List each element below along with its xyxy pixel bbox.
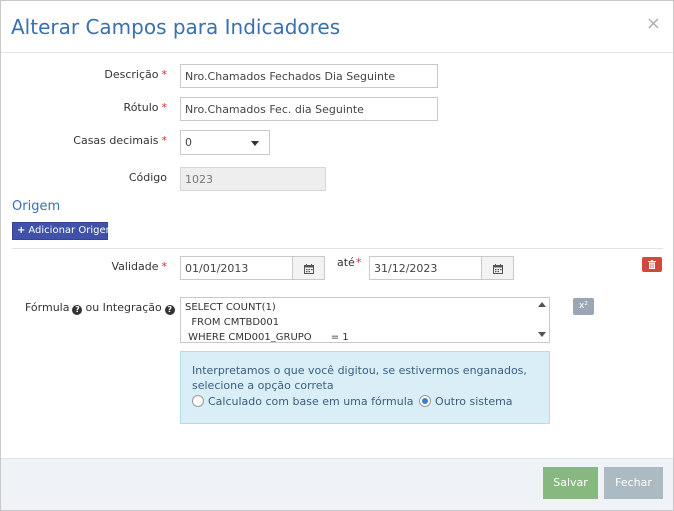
chevron-down-icon [251, 141, 259, 146]
option-formula-label: Calculado com base em uma fórmula [208, 395, 414, 408]
trash-icon [648, 260, 656, 269]
divider [12, 248, 663, 249]
calendar-button[interactable] [292, 257, 324, 279]
validade-start-value: 01/01/2013 [185, 262, 249, 275]
calendar-icon [493, 264, 503, 274]
option-outro-sistema[interactable]: Outro sistema [419, 395, 513, 408]
formula-line: FROM CMTBD001 [185, 317, 280, 328]
question-circle-icon[interactable]: ? [164, 305, 175, 315]
calendar-button[interactable] [481, 257, 513, 279]
question-circle-icon[interactable]: ? [72, 305, 83, 315]
add-origem-button[interactable]: + Adicionar Origem [12, 222, 115, 240]
close-button[interactable]: Fechar [604, 467, 663, 499]
required-marker: * [161, 101, 168, 114]
formula-label: Fórmula? ou Integração? [25, 301, 178, 315]
option-formula[interactable]: Calculado com base em uma fórmula [192, 395, 414, 408]
codigo-input: 1023 [180, 167, 326, 191]
validade-label-text: Validade [111, 260, 159, 273]
radio-unchecked-icon[interactable] [192, 395, 204, 407]
superscript-button[interactable]: x² [573, 298, 594, 315]
formula-line: SELECT COUNT(1) [185, 302, 276, 313]
descricao-input[interactable]: Nro.Chamados Fechados Dia Seguinte [180, 64, 438, 88]
casas-decimais-value: 0 [185, 136, 192, 149]
modal-title: Alterar Campos para Indicadores [11, 15, 341, 39]
modal-header: Alterar Campos para Indicadores × [1, 1, 673, 53]
required-marker: * [161, 68, 168, 81]
origem-section-title: Origem [12, 199, 61, 214]
formula-line: WHERE CMD001_GRUPO = 1 [185, 332, 349, 343]
edit-indicator-fields-modal: Alterar Campos para Indicadores × Descri… [0, 0, 674, 511]
delete-validade-button[interactable] [642, 257, 662, 272]
ate-label-text: até [337, 256, 355, 269]
formula-textarea[interactable]: SELECT COUNT(1) FROM CMTBD001 WHERE CMD0… [180, 297, 550, 343]
casas-decimais-select[interactable]: 0 [180, 130, 270, 155]
descricao-label-text: Descrição [104, 68, 159, 81]
casas-decimais-label-text: Casas decimais [73, 134, 159, 147]
save-button[interactable]: Salvar [543, 467, 598, 499]
radio-checked-icon[interactable] [419, 395, 432, 407]
option-outro-label: Outro sistema [435, 395, 513, 408]
close-icon[interactable]: × [646, 13, 661, 34]
ate-label: até* [337, 256, 361, 269]
scroll-down-icon[interactable] [538, 332, 546, 337]
validade-end-value: 31/12/2023 [374, 262, 438, 275]
interpretation-alert: Interpretamos o que você digitou, se est… [180, 351, 550, 424]
rotulo-label: Rótulo * [124, 101, 167, 114]
validade-start-input[interactable]: 01/01/2013 [180, 256, 325, 280]
add-origem-label: Adicionar Origem [28, 225, 116, 236]
calendar-icon [304, 264, 314, 274]
integracao-label-text: ou Integração [85, 301, 162, 314]
rotulo-label-text: Rótulo [123, 101, 159, 114]
interpretation-message: Interpretamos o que você digitou, se est… [192, 364, 527, 392]
formula-label-text: Fórmula [25, 301, 70, 314]
codigo-label: Código [128, 171, 167, 184]
descricao-label: Descrição * [104, 68, 167, 81]
required-marker: * [355, 256, 362, 269]
casas-decimais-label: Casas decimais * [73, 134, 167, 147]
validade-end-input[interactable]: 31/12/2023 [369, 256, 514, 280]
required-marker: * [161, 260, 168, 273]
plus-icon: + [17, 225, 26, 236]
interpretation-options: Calculado com base em uma fórmula Outro … [192, 395, 538, 408]
required-marker: * [161, 134, 168, 147]
validade-label: Validade * [112, 260, 168, 273]
rotulo-input[interactable]: Nro.Chamados Fec. dia Seguinte [180, 97, 438, 121]
scroll-up-icon[interactable] [538, 302, 546, 307]
